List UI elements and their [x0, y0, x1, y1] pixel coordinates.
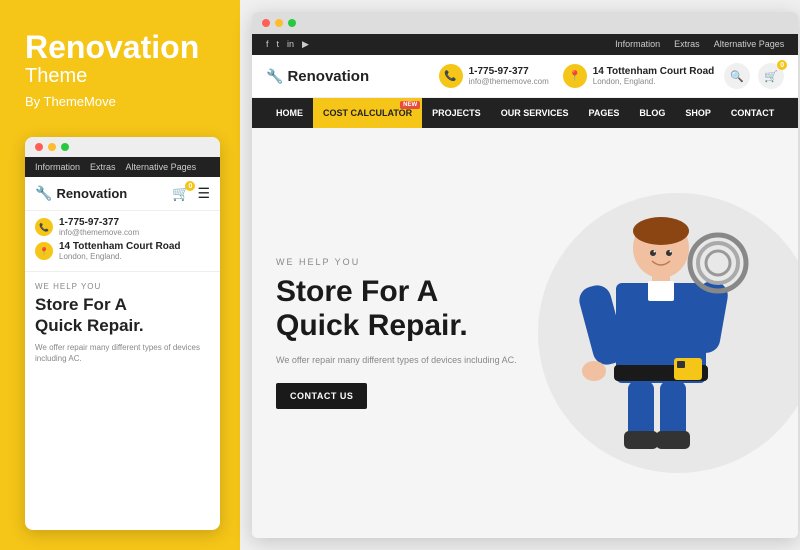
desktop-header-icons: 🔍 🛒 0	[724, 63, 784, 89]
desktop-cart-icon[interactable]: 🛒 0	[758, 63, 784, 89]
desktop-cart-badge: 0	[777, 60, 787, 70]
mobile-cart-icon[interactable]: 🛒 0	[172, 185, 189, 202]
mobile-contact: 📞 1-775-97-377 info@thememove.com 📍 14 T…	[25, 211, 220, 272]
nav-shop[interactable]: SHOP	[675, 98, 721, 128]
instagram-icon[interactable]: in	[287, 39, 294, 50]
brand-subtitle: Theme	[25, 65, 220, 88]
mobile-nav-alternative[interactable]: Alternative Pages	[126, 162, 197, 172]
mobile-hero-title: Store For A Quick Repair.	[35, 295, 210, 336]
youtube-icon[interactable]: ▶	[302, 39, 309, 50]
desktop-titlebar	[252, 12, 798, 34]
desktop-nav-information[interactable]: Information	[615, 39, 660, 50]
desktop-logo: 🔧 Renovation	[266, 68, 369, 85]
dot-yellow	[48, 143, 56, 151]
hero-tag: WE HELP YOU	[276, 257, 528, 267]
desktop-dot-green	[288, 19, 296, 27]
social-icons-row: f t in ▶	[266, 39, 309, 50]
mobile-address: 14 Tottenham Court Road	[59, 241, 180, 252]
mobile-logo: 🔧 Renovation	[35, 185, 127, 202]
nav-new-badge: NEW	[400, 101, 420, 109]
mobile-nav-top: Information Extras Alternative Pages	[25, 157, 220, 177]
desktop-phone-icon: 📞	[439, 64, 463, 88]
desktop-address-sub: London, England.	[593, 77, 714, 86]
desktop-preview-window: f t in ▶ Information Extras Alternative …	[252, 12, 798, 538]
desktop-nav-alternative[interactable]: Alternative Pages	[714, 39, 785, 50]
hero-desc: We offer repair many different types of …	[276, 354, 528, 368]
mobile-logo-text: Renovation	[56, 186, 127, 201]
desktop-location-icon: 📍	[563, 64, 587, 88]
dot-green	[61, 143, 69, 151]
nav-blog[interactable]: BLOG	[629, 98, 675, 128]
desktop-dot-yellow	[275, 19, 283, 27]
nav-projects[interactable]: PROJECTS	[422, 98, 491, 128]
right-panel: f t in ▶ Information Extras Alternative …	[240, 0, 800, 550]
mobile-address-sub: London, England.	[59, 252, 180, 261]
mobile-email: info@thememove.com	[59, 228, 139, 237]
mobile-hero-desc: We offer repair many different types of …	[35, 342, 210, 364]
hero-image-area	[514, 128, 798, 538]
mobile-address-item: 📍 14 Tottenham Court Road London, Englan…	[35, 241, 210, 261]
mobile-nav-extras[interactable]: Extras	[90, 162, 116, 172]
desktop-search-icon[interactable]: 🔍	[724, 63, 750, 89]
mobile-nav-information[interactable]: Information	[35, 162, 80, 172]
facebook-icon[interactable]: f	[266, 39, 269, 50]
hamburger-icon[interactable]: ☰	[197, 185, 210, 202]
mobile-titlebar	[25, 137, 220, 157]
mobile-phone: 1-775-97-377	[59, 217, 139, 228]
mobile-hero: WE HELP YOU Store For A Quick Repair. We…	[25, 272, 220, 370]
hero-content: WE HELP YOU Store For A Quick Repair. We…	[252, 227, 552, 440]
phone-icon: 📞	[35, 218, 53, 236]
brand-by: By ThemeMove	[25, 94, 220, 109]
desktop-contact-items: 📞 1-775-97-377 info@thememove.com 📍 14 T…	[439, 64, 715, 88]
brand-title: Renovation	[25, 30, 220, 65]
twitter-icon[interactable]: t	[277, 39, 280, 50]
mobile-preview-card: Information Extras Alternative Pages 🔧 R…	[25, 137, 220, 530]
desktop-hero: WE HELP YOU Store For A Quick Repair. We…	[252, 128, 798, 538]
desktop-address: 14 Tottenham Court Road	[593, 66, 714, 77]
mobile-phone-item: 📞 1-775-97-377 info@thememove.com	[35, 217, 210, 237]
nav-cost-calculator[interactable]: COST CALCULATOR NEW	[313, 98, 422, 128]
dot-red	[35, 143, 43, 151]
nav-our-services[interactable]: OUR SERVICES	[491, 98, 579, 128]
desktop-dot-red	[262, 19, 270, 27]
desktop-header: 🔧 Renovation 📞 1-775-97-377 info@thememo…	[252, 55, 798, 98]
wrench-icon: 🔧	[35, 185, 52, 202]
desktop-email: info@thememove.com	[469, 77, 549, 86]
desktop-phone: 1-775-97-377	[469, 66, 549, 77]
desktop-main-nav: HOME COST CALCULATOR NEW PROJECTS OUR SE…	[252, 98, 798, 128]
desktop-nav-extras[interactable]: Extras	[674, 39, 700, 50]
nav-pages[interactable]: PAGES	[579, 98, 630, 128]
desktop-wrench-icon: 🔧	[266, 68, 283, 85]
nav-home[interactable]: HOME	[266, 98, 313, 128]
desktop-top-nav: f t in ▶ Information Extras Alternative …	[252, 34, 798, 55]
left-panel: Renovation Theme By ThemeMove Informatio…	[0, 0, 240, 550]
mobile-logo-row: 🔧 Renovation 🛒 0 ☰	[25, 177, 220, 211]
hero-contact-button[interactable]: Contact Us	[276, 383, 367, 409]
mobile-header-icons: 🛒 0 ☰	[172, 185, 210, 202]
desktop-address-item: 📍 14 Tottenham Court Road London, Englan…	[563, 64, 714, 88]
desktop-logo-text: Renovation	[287, 68, 369, 85]
hero-title: Store For A Quick Repair.	[276, 275, 528, 344]
nav-contact[interactable]: CONTACT	[721, 98, 784, 128]
mobile-help-tag: WE HELP YOU	[35, 282, 210, 291]
desktop-phone-item: 📞 1-775-97-377 info@thememove.com	[439, 64, 549, 88]
cart-badge: 0	[185, 181, 195, 191]
location-icon: 📍	[35, 242, 53, 260]
worker-illustration	[556, 203, 756, 463]
